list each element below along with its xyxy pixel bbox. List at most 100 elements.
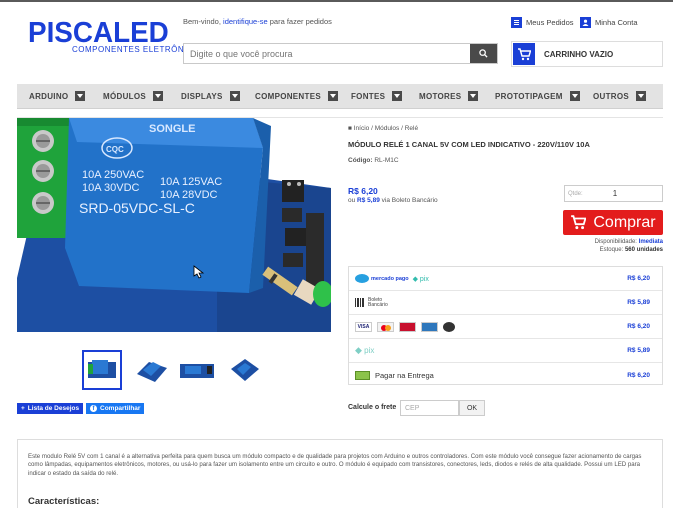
login-link[interactable]: identifique-se bbox=[223, 17, 268, 26]
nav-item-outros[interactable]: OUTROS bbox=[593, 91, 647, 101]
thumbnail-4[interactable] bbox=[224, 350, 264, 390]
chevron-down-icon bbox=[392, 91, 403, 101]
availability-value: Imediata bbox=[638, 239, 663, 245]
cart-icon bbox=[571, 215, 587, 230]
welcome-text: Bem-vindo, identifique-se para fazer ped… bbox=[183, 17, 332, 26]
nav-item-fontes[interactable]: FONTES bbox=[351, 91, 403, 101]
nav-item-modulos[interactable]: MÓDULOS bbox=[103, 91, 163, 101]
home-icon: ■ bbox=[348, 125, 352, 132]
search-bar bbox=[183, 43, 498, 64]
wishlist-label: Lista de Desejos bbox=[27, 405, 80, 412]
payment-row: Boleto Bancário R$ 5,89 bbox=[349, 291, 662, 315]
code-label: Código: bbox=[348, 157, 373, 164]
search-input[interactable] bbox=[184, 44, 470, 63]
payment-value: R$ 5,89 bbox=[627, 347, 650, 354]
wishlist-button[interactable]: + Lista de Desejos bbox=[17, 403, 84, 414]
product-price: R$ 6,20 bbox=[348, 186, 378, 196]
quantity-field[interactable]: Qtde: 1 bbox=[564, 185, 663, 202]
cart-button[interactable]: CARRINHO VAZIO bbox=[511, 41, 663, 67]
availability-label: Disponibilidade: bbox=[594, 239, 637, 245]
page: PISCALED COMPONENTES ELETRÔNICOS Bem-vin… bbox=[0, 0, 673, 508]
payment-row: Pagar na Entrega R$ 6,20 bbox=[349, 363, 662, 387]
availability: Disponibilidade: Imediata Estoque: 560 u… bbox=[595, 238, 663, 254]
buy-button[interactable]: Comprar bbox=[563, 210, 663, 235]
search-icon bbox=[479, 49, 488, 58]
nav-label: MÓDULOS bbox=[103, 91, 146, 101]
stock-label: Estoque: bbox=[599, 247, 624, 253]
stock-value: 560 bbox=[624, 247, 635, 253]
payment-value: R$ 6,20 bbox=[627, 275, 650, 282]
payment-options: mercado pago ◆ pix R$ 6,20 Boleto Bancár… bbox=[348, 266, 663, 385]
payment-row: VISA R$ 6,20 bbox=[349, 315, 662, 339]
nav-item-prototipagem[interactable]: PROTOTIPAGEM bbox=[495, 91, 580, 101]
relay-module-image: SONGLE CQC 10A 250VAC 10A 30VDC 10A 125V… bbox=[17, 118, 331, 332]
relay-line1: 10A 250VAC bbox=[82, 169, 144, 181]
nav-label: MOTORES bbox=[419, 91, 462, 101]
nav-label: COMPONENTES bbox=[255, 91, 321, 101]
product-title: MÓDULO RELÉ 1 CANAL 5V COM LED INDICATIV… bbox=[348, 140, 590, 149]
cep-input[interactable]: CEP bbox=[400, 400, 459, 416]
thumbnail-1[interactable] bbox=[82, 350, 122, 390]
cep-ok-button[interactable]: OK bbox=[459, 400, 485, 416]
payment-value: R$ 6,20 bbox=[627, 371, 650, 379]
facebook-icon: f bbox=[90, 405, 97, 412]
boleto-value: R$ 5,89 bbox=[357, 197, 380, 204]
chevron-down-icon bbox=[636, 91, 647, 101]
thumbnail-2[interactable] bbox=[132, 350, 172, 390]
amex-icon bbox=[421, 321, 438, 332]
share-button[interactable]: f Compartilhar bbox=[86, 403, 145, 414]
nav-item-arduino[interactable]: ARDUINO bbox=[29, 91, 86, 101]
orders-label: Meus Pedidos bbox=[526, 18, 574, 27]
pix-logo: ◆ pix bbox=[355, 345, 375, 355]
boleto-price: ou R$ 5,89 via Boleto Bancário bbox=[348, 197, 438, 204]
features-title: Características: bbox=[28, 496, 100, 507]
site-logo[interactable]: PISCALED COMPONENTES ELETRÔNICOS bbox=[28, 18, 206, 54]
nav-label: FONTES bbox=[351, 91, 386, 101]
my-account-link[interactable]: Minha Conta bbox=[580, 17, 638, 28]
nav-label: PROTOTIPAGEM bbox=[495, 91, 563, 101]
visa-icon: VISA bbox=[355, 321, 372, 332]
code-value: RL-M1C bbox=[374, 157, 399, 164]
chevron-down-icon bbox=[75, 91, 86, 101]
product-code: Código: RL-M1C bbox=[348, 157, 399, 164]
nav-item-componentes[interactable]: COMPONENTES bbox=[255, 91, 338, 101]
product-main-image[interactable]: SONGLE CQC 10A 250VAC 10A 30VDC 10A 125V… bbox=[17, 118, 331, 332]
cod-label: Pagar na Entrega bbox=[375, 370, 434, 380]
payment-row: mercado pago ◆ pix R$ 6,20 bbox=[349, 267, 662, 291]
my-orders-link[interactable]: Meus Pedidos bbox=[511, 17, 574, 28]
boleto-suffix: via Boleto Bancário bbox=[381, 197, 438, 204]
welcome-prefix: Bem-vindo, bbox=[183, 17, 221, 26]
nav-label: ARDUINO bbox=[29, 91, 69, 101]
nav-item-motores[interactable]: MOTORES bbox=[419, 91, 479, 101]
breadcrumb-modulos[interactable]: Módulos bbox=[375, 125, 400, 132]
breadcrumb-rele[interactable]: Relé bbox=[405, 125, 418, 132]
nav-label: OUTROS bbox=[593, 91, 630, 101]
relay-cqc: CQC bbox=[106, 145, 124, 154]
qty-label: Qtde: bbox=[568, 190, 583, 197]
payment-row: ◆ pix R$ 5,89 bbox=[349, 339, 662, 363]
cart-icon bbox=[513, 43, 535, 65]
relay-line2: 10A 30VDC bbox=[82, 182, 140, 194]
mastercard-icon bbox=[377, 321, 394, 332]
window-edge-top bbox=[0, 0, 673, 2]
pix-icon: ◆ pix bbox=[412, 275, 429, 283]
nav-item-displays[interactable]: DISPLAYS bbox=[181, 91, 240, 101]
stock-unit: unidades bbox=[636, 247, 663, 253]
thumbnail-3[interactable] bbox=[177, 350, 217, 390]
chevron-down-icon bbox=[327, 91, 338, 101]
mercado-pago-logo: mercado pago bbox=[355, 274, 409, 283]
buy-label: Comprar bbox=[593, 213, 656, 231]
relay-line3: 10A 125VAC bbox=[160, 176, 222, 188]
category-nav: ARDUINO MÓDULOS DISPLAYS COMPONENTES FON… bbox=[17, 84, 663, 109]
nav-label: DISPLAYS bbox=[181, 91, 223, 101]
breadcrumb: ■ Início / Módulos / Relé bbox=[348, 125, 419, 132]
breadcrumb-home[interactable]: Início bbox=[354, 125, 370, 132]
chevron-down-icon bbox=[569, 91, 580, 101]
search-button[interactable] bbox=[470, 44, 497, 63]
boleto-logo: Boleto Bancário bbox=[368, 296, 388, 308]
payment-value: R$ 6,20 bbox=[627, 323, 650, 330]
chevron-down-icon bbox=[468, 91, 479, 101]
qty-value: 1 bbox=[612, 189, 618, 198]
diners-icon bbox=[443, 321, 455, 332]
hipercard-icon bbox=[399, 321, 416, 332]
